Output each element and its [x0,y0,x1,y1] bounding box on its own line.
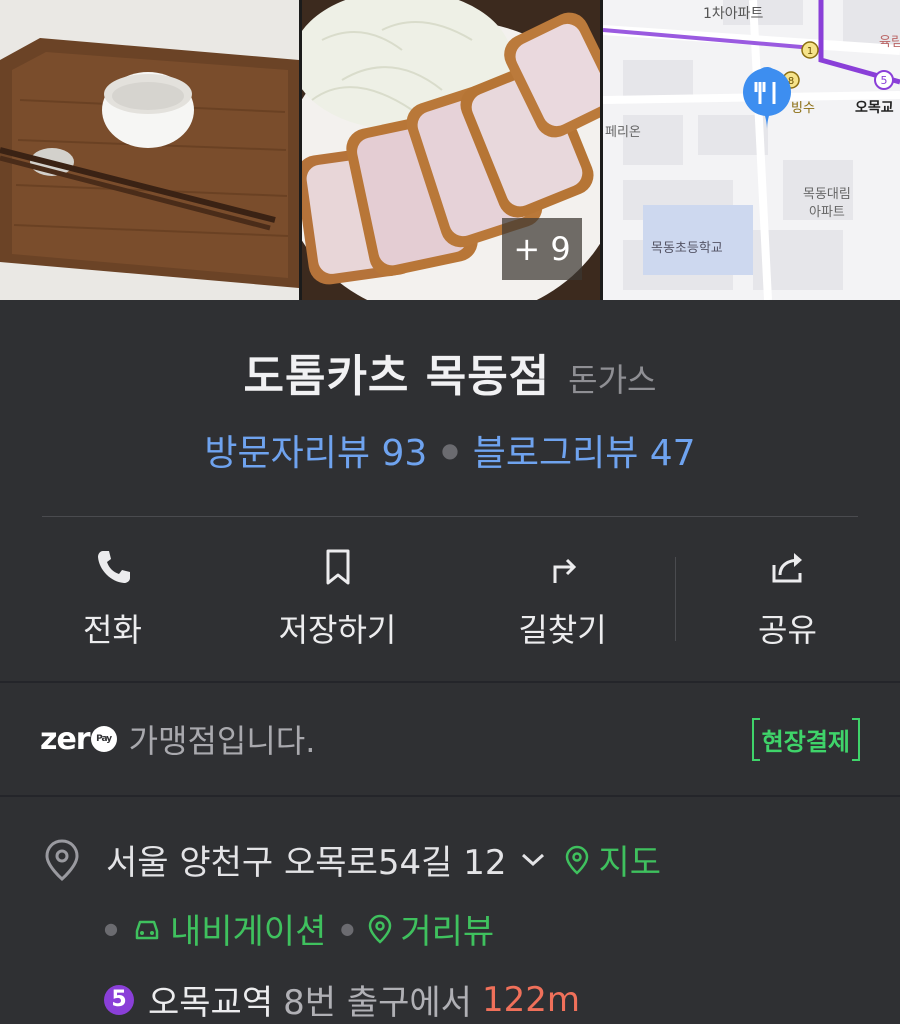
photo-tonkatsu[interactable]: + 9 [302,0,600,300]
visitor-review-link[interactable]: 방문자리뷰 93 [204,424,427,476]
zeropay-logo-text: zer [40,721,91,757]
zeropay-row: zer Pay 가맹점입니다. 현장결제 [0,683,900,795]
map-label-apt2b: 아파트 [809,205,845,220]
separator-dot: ● [104,919,118,938]
address-text: 서울 양천구 오목로54길 12 [106,843,507,883]
car-icon [135,920,159,939]
map-pin-icon [566,845,589,875]
photo-tableware[interactable] [0,0,299,300]
directions-label: 길찾기 [518,611,607,649]
share-label: 공유 [758,611,817,649]
save-button[interactable]: 저장하기 [225,517,450,681]
navigation-label: 내비게이션 [169,912,327,952]
bookmark-icon [326,549,349,585]
map-label-apt1: 1차아파트 [703,6,764,22]
zeropay-text: 가맹점입니다. [128,722,316,760]
map-label-shop: 육림 [879,35,900,50]
separator-dot-2: ● [340,919,355,938]
map-link[interactable]: 지도 [564,835,661,884]
map-label-apt2: 목동대림 [803,187,851,202]
phone-icon [97,551,130,583]
call-label: 전화 [83,611,142,649]
location-map[interactable]: 1 8 5 1차아파트 오목교 빙수 페리온 목동대림 아파트 목동초등학교 육… [603,0,900,300]
station-exit: 8번 출구에서 [283,983,472,1023]
review-separator: ● [441,438,459,462]
blog-review-link[interactable]: 블로그리뷰 47 [473,424,696,476]
map-label-station: 오목교 [855,100,894,116]
photo-gallery: + 9 1 8 5 1차아파트 오목교 빙수 페리온 목동대림 아파트 목동초등… [0,0,900,300]
navigation-link[interactable]: 내비게이션 [132,904,326,953]
call-button[interactable]: 전화 [0,517,225,681]
street-view-pin-icon [369,914,392,944]
address-section: 서울 양천구 오목로54길 12 지도 ● 내비게이션 ● 거리뷰 5 오목교역… [0,797,900,1024]
more-photos-count[interactable]: + 9 [502,218,582,280]
map-label-building1: 페리온 [605,125,641,140]
zeropay-pay-badge: Pay [90,726,117,752]
save-label: 저장하기 [278,611,397,649]
subway-line-5-badge: 5 [104,984,134,1015]
place-name: 도톰카츠 목동점 [243,351,551,402]
map-link-label: 지도 [598,843,662,883]
onsite-payment-badge: 현장결제 [751,717,861,761]
place-category: 돈가스 [568,361,657,399]
action-bar: 전화 저장하기 길찾기 공유 [0,517,900,681]
street-view-label: 거리뷰 [400,912,495,952]
share-icon [772,553,802,583]
map-label-cafe: 빙수 [791,101,815,116]
map-marker-line1: 1 [807,46,813,57]
chevron-down-icon[interactable] [520,852,546,868]
location-pin-icon [45,838,79,881]
map-label-school: 목동초등학교 [651,241,723,256]
zeropay-logo: zer Pay [40,722,117,757]
map-marker-line5: 5 [881,74,888,87]
map-image: 1 8 5 1차아파트 오목교 빙수 페리온 목동대림 아파트 목동초등학교 육… [603,0,900,300]
share-button[interactable]: 공유 [675,517,900,681]
station-distance: 122m [481,979,580,1020]
directions-icon [553,558,576,583]
tableware-image [0,0,299,300]
street-view-link[interactable]: 거리뷰 [368,904,494,953]
station-name: 오목교역 [148,983,274,1023]
place-header: 도톰카츠 목동점 돈가스 방문자리뷰 93 ● 블로그리뷰 47 [0,300,900,476]
directions-button[interactable]: 길찾기 [450,517,675,681]
